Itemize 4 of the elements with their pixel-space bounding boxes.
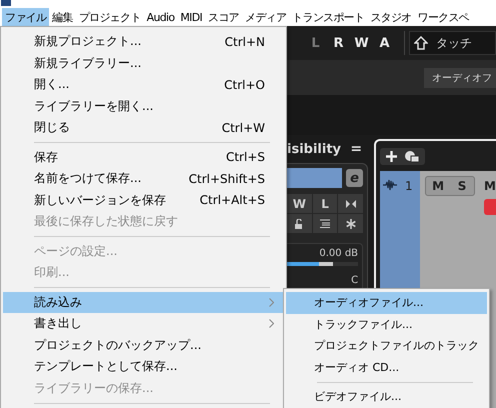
panel-title: isibility (287, 142, 342, 156)
pan-reading: C (351, 275, 358, 286)
volume-reading: 0.00 dB (319, 248, 358, 259)
track-number: 1 (405, 179, 413, 193)
